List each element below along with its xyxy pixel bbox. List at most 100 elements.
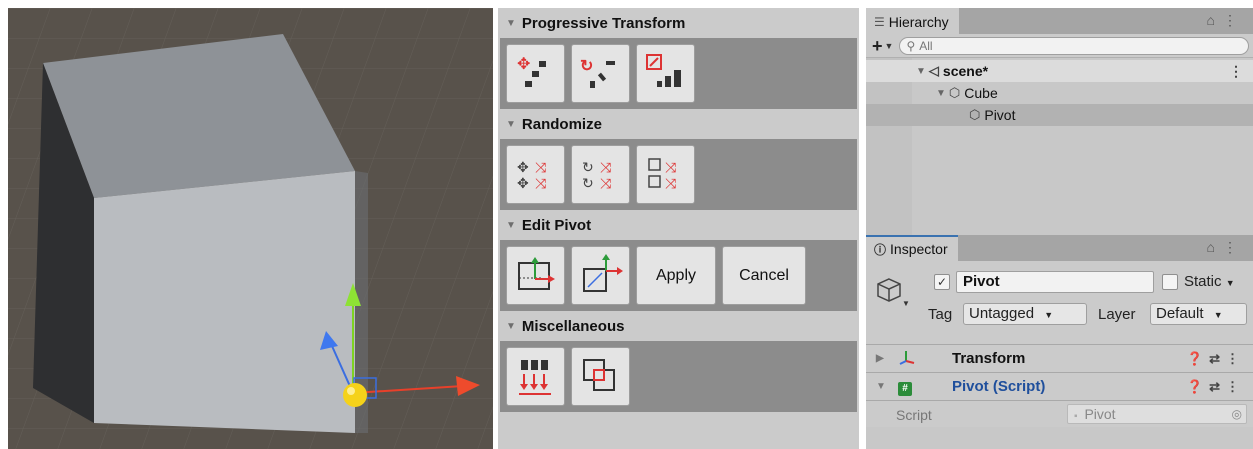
kebab-menu-icon[interactable]: ⋮ [1226,379,1245,394]
hierarchy-search-input[interactable]: ⚲ All [899,36,1249,55]
help-icon[interactable]: ❓ [1187,351,1209,366]
kebab-menu-icon[interactable]: ⋮ [1223,239,1245,255]
editor-side-panel: ☰ Hierarchy ⌂⋮ + ▼ ⚲ All ▼ ◁ scene* ⋮ ▼ … [866,8,1253,449]
hierarchy-tab-bar: ☰ Hierarchy ⌂⋮ [866,8,1253,34]
kebab-menu-icon[interactable]: ⋮ [1226,351,1245,366]
inspector-tab-actions: ⌂⋮ [1207,239,1245,256]
chevron-down-icon: ▼ [902,299,910,308]
randomize-scale-button[interactable]: ⤨ ⤨ [636,145,695,204]
object-name-field[interactable]: Pivot [956,271,1154,293]
svg-text:✥: ✥ [517,159,529,175]
tool-panel: ▼ Progressive Transform ✥ ↻ ▼ Randomize … [498,8,859,449]
progressive-rotate-button[interactable]: ↻ [571,44,630,103]
tab-label: Hierarchy [888,14,949,30]
tab-hierarchy[interactable]: ☰ Hierarchy [866,8,959,34]
script-value: Pivot [1084,406,1116,422]
layer-dropdown[interactable]: Default ▼ [1150,303,1247,325]
section-title: Randomize [521,115,602,133]
svg-text:↻: ↻ [580,58,593,75]
static-dropdown[interactable]: Static ▼ [1184,273,1235,290]
preset-icon[interactable]: ⇄ [1209,351,1226,366]
collapse-triangle-icon: ▼ [506,320,516,332]
script-label: Script [896,407,932,423]
section-progressive-transform[interactable]: ▼ Progressive Transform [498,8,859,38]
component-title: Transform [952,350,1026,367]
pivot-move-button[interactable] [506,246,565,305]
chevron-down-icon: ▼ [1225,278,1235,288]
randomize-rotate-icon: ↻ ↻ ⤨ ⤨ [582,159,612,191]
enabled-checkbox[interactable]: # [898,378,912,396]
script-file-icon: ▪ [1074,411,1078,422]
section-randomize[interactable]: ▼ Randomize [498,109,859,139]
expand-arrow-icon[interactable]: ▼ [936,88,946,99]
component-pivot-script[interactable]: ▼ # Pivot (Script) ❓⇄⋮ [866,373,1253,401]
section-title: Progressive Transform [521,14,686,32]
script-icon: # [898,381,912,396]
snap-icon [582,358,615,391]
info-icon: ⓘ [874,242,887,257]
item-label: Pivot [984,107,1016,123]
layer-value: Default [1156,305,1204,322]
svg-text:⤨: ⤨ [600,159,612,175]
randomize-rotate-button[interactable]: ↻ ↻ ⤨ ⤨ [571,145,630,204]
transform-axes-icon [898,349,916,369]
component-title: Pivot (Script) [952,378,1046,395]
randomize-buttons: ✥ ✥ ⤨ ⤨ ↻ ↻ ⤨ ⤨ ⤨ ⤨ [500,139,857,210]
expand-arrow-icon[interactable]: ▶ [876,353,884,364]
lock-icon[interactable]: ⌂ [1207,239,1223,255]
expand-arrow-icon[interactable]: ▼ [876,381,886,392]
hierarchy-toolbar: + ▼ ⚲ All [866,34,1253,58]
progressive-move-button[interactable]: ✥ [506,44,565,103]
kebab-menu-icon[interactable]: ⋮ [1223,12,1245,28]
svg-text:⤨: ⤨ [535,175,547,191]
cancel-button[interactable]: Cancel [722,246,806,305]
collapse-triangle-icon: ▼ [506,118,516,130]
static-checkbox[interactable] [1162,274,1178,290]
inspector-tab-bar: ⓘ Inspector ⌂⋮ [866,235,1253,261]
tag-dropdown[interactable]: Untagged ▼ [963,303,1087,325]
pivot-move-icon [517,256,555,290]
chevron-down-icon[interactable]: ▼ [885,41,894,51]
pivot-axis-button[interactable] [571,246,630,305]
hierarchy-item-pivot[interactable]: ⬡ Pivot [866,104,1253,126]
apply-button[interactable]: Apply [636,246,716,305]
lock-icon[interactable]: ⌂ [1207,12,1223,28]
chevron-down-icon: ▼ [1044,310,1054,320]
svg-text:✥: ✥ [517,175,529,191]
progressive-scale-button[interactable] [636,44,695,103]
randomize-move-button[interactable]: ✥ ✥ ⤨ ⤨ [506,145,565,204]
active-checkbox[interactable]: ✓ [934,274,950,290]
script-object-field[interactable]: ▪ Pivot ◎ [1067,404,1247,424]
svg-text:↻: ↻ [582,159,594,175]
hierarchy-tree: ▼ ◁ scene* ⋮ ▼ ⬡ Cube ⬡ Pivot [866,58,1253,235]
section-title: Edit Pivot [521,216,592,234]
hierarchy-item-cube[interactable]: ▼ ⬡ Cube [866,82,1253,104]
help-icon[interactable]: ❓ [1187,379,1209,394]
section-edit-pivot[interactable]: ▼ Edit Pivot [498,210,859,240]
item-label: Cube [964,85,998,101]
component-transform[interactable]: ▶ Transform ❓⇄⋮ [866,345,1253,373]
search-placeholder: All [919,38,933,53]
tab-label: Inspector [890,241,948,257]
inspector-header: ▼ ✓ Pivot Static ▼ Tag Untagged ▼ Layer … [866,261,1253,345]
add-object-button[interactable]: + [872,37,883,55]
scene-canvas[interactable] [8,8,493,449]
expand-arrow-icon[interactable]: ▼ [916,66,926,77]
svg-text:⤨: ⤨ [665,175,677,191]
item-label: scene* [942,63,989,79]
hierarchy-item-scene[interactable]: ▼ ◁ scene* ⋮ [866,60,1253,82]
distribute-icon [518,359,551,395]
gameobject-icon-selector[interactable]: ▼ [876,277,910,309]
scene-view[interactable] [8,8,493,449]
snap-button[interactable] [571,347,630,406]
tag-label: Tag [928,306,953,323]
collapse-triangle-icon: ▼ [506,219,516,231]
object-picker-icon[interactable]: ◎ [1232,405,1242,423]
preset-icon[interactable]: ⇄ [1209,379,1226,394]
distribute-button[interactable] [506,347,565,406]
tab-inspector[interactable]: ⓘ Inspector [866,235,958,261]
svg-text:⤨: ⤨ [665,159,677,175]
section-title: Miscellaneous [521,317,625,335]
section-miscellaneous[interactable]: ▼ Miscellaneous [498,311,859,341]
kebab-menu-icon[interactable]: ⋮ [1229,63,1243,80]
